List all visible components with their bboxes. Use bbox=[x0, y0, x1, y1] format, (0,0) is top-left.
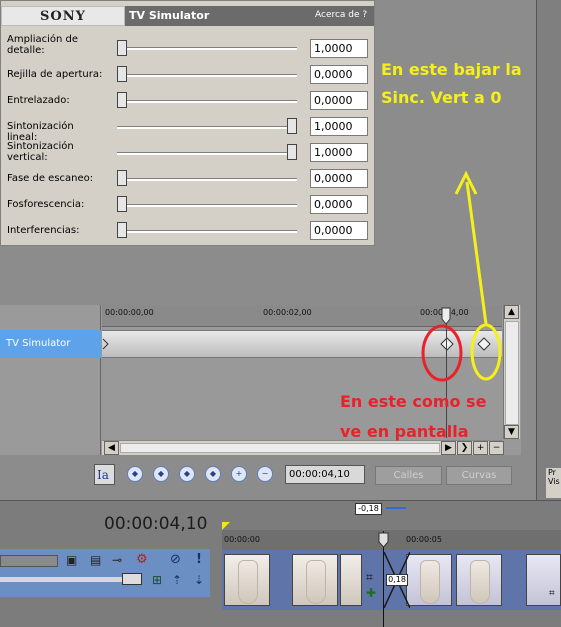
annotation-yellow-line2: Sinc. Vert a 0 bbox=[381, 88, 502, 107]
annotation-yellow-line1: En este bajar la bbox=[381, 60, 522, 79]
annotation-red-circle bbox=[421, 324, 463, 382]
annotation-red-line1: En este como se bbox=[340, 392, 487, 411]
annotation-yellow-arrow bbox=[465, 181, 488, 325]
annotation-yellow-circle bbox=[470, 323, 502, 381]
annotation-red-line2: ve en pantalla bbox=[340, 422, 469, 441]
